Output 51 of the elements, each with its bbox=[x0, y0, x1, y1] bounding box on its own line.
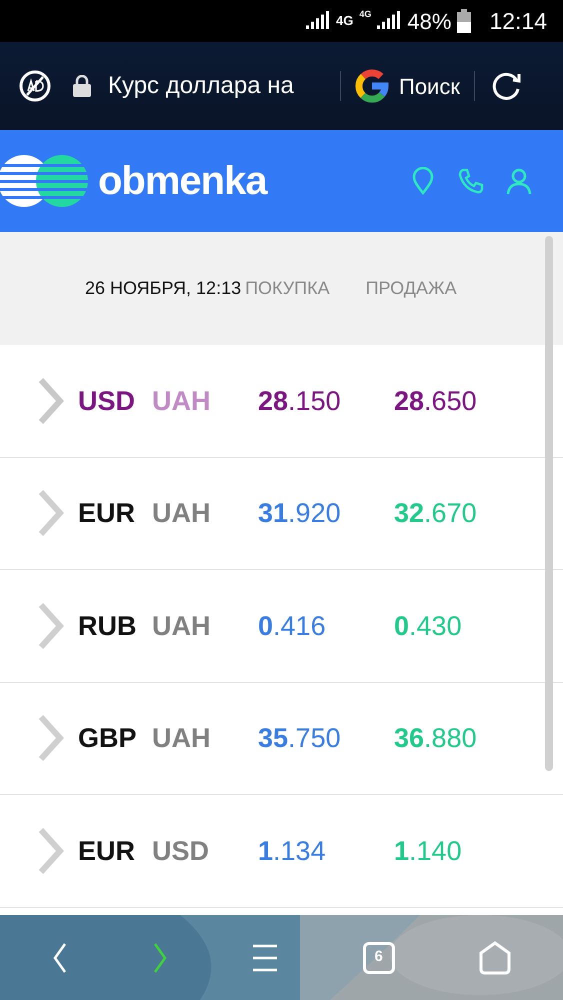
sell-rate: 0.430 bbox=[394, 610, 462, 642]
buy-rate: 0.416 bbox=[258, 610, 327, 642]
site-logo[interactable]: obmenka bbox=[98, 151, 267, 211]
scrollbar[interactable] bbox=[545, 236, 553, 771]
quote-currency: UAH bbox=[152, 384, 212, 418]
rate-row[interactable]: EUR UAH 31.920 32.670 bbox=[0, 458, 563, 570]
clock: 12:14 bbox=[489, 6, 547, 36]
signal-icon bbox=[306, 11, 330, 31]
chevron-icon bbox=[38, 376, 64, 425]
quote-currency: UAH bbox=[152, 497, 212, 530]
google-logo-icon bbox=[355, 69, 389, 103]
chevron-icon bbox=[38, 602, 64, 650]
network-label: 4G bbox=[359, 8, 372, 21]
quote-currency: UAH bbox=[152, 610, 212, 642]
home-icon[interactable] bbox=[478, 940, 511, 974]
base-currency: RUB bbox=[78, 610, 138, 642]
lock-icon bbox=[72, 75, 92, 97]
network-label: 4G bbox=[336, 12, 354, 30]
user-icon[interactable] bbox=[505, 167, 533, 195]
location-pin-icon[interactable] bbox=[411, 167, 435, 195]
buy-rate: 35.750 bbox=[258, 722, 342, 755]
rate-row[interactable]: GBP UAH 35.750 36.880 bbox=[0, 682, 563, 795]
battery-level: 48% bbox=[407, 8, 452, 36]
address-field[interactable]: Курс доллара на bbox=[108, 68, 326, 104]
search-button[interactable]: Поиск bbox=[399, 70, 460, 102]
quote-currency: UAH bbox=[152, 722, 212, 755]
base-currency: GBP bbox=[78, 722, 138, 755]
update-time: 26 НОЯБРЯ, 12:13 bbox=[85, 277, 242, 300]
sell-rate: 36.880 bbox=[394, 722, 477, 755]
buy-rate: 1.134 bbox=[258, 834, 327, 868]
forward-icon[interactable] bbox=[152, 942, 168, 974]
ad-block-icon[interactable] bbox=[18, 69, 52, 103]
sell-rate: 32.670 bbox=[394, 497, 477, 530]
sell-rate: 1.140 bbox=[394, 834, 462, 868]
chevron-icon bbox=[38, 826, 64, 875]
column-header: ПРОДАЖА bbox=[366, 277, 457, 300]
column-header: ПОКУПКА bbox=[245, 277, 330, 300]
chevron-icon bbox=[38, 489, 64, 538]
chevron-icon bbox=[38, 714, 64, 762]
quote-currency: USD bbox=[152, 834, 210, 868]
phone-icon[interactable] bbox=[457, 167, 485, 195]
base-currency: EUR bbox=[78, 497, 136, 530]
battery-icon bbox=[457, 9, 472, 33]
sell-rate: 28.650 bbox=[394, 384, 477, 418]
buy-rate: 28.150 bbox=[258, 384, 342, 418]
signal-icon bbox=[377, 11, 402, 31]
base-currency: EUR bbox=[78, 834, 136, 868]
base-currency: USD bbox=[78, 384, 136, 418]
back-icon[interactable] bbox=[52, 942, 68, 974]
buy-rate: 31.920 bbox=[258, 497, 342, 530]
menu-icon[interactable] bbox=[252, 942, 278, 972]
